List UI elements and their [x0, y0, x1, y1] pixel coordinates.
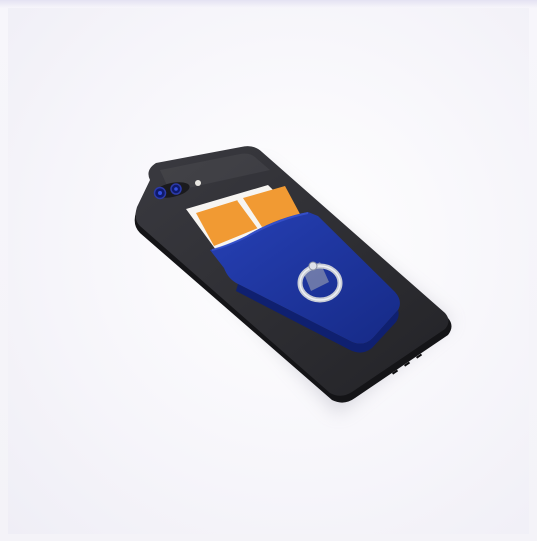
image-frame	[0, 0, 537, 541]
product-photo	[134, 146, 452, 414]
flash-icon	[195, 180, 201, 186]
